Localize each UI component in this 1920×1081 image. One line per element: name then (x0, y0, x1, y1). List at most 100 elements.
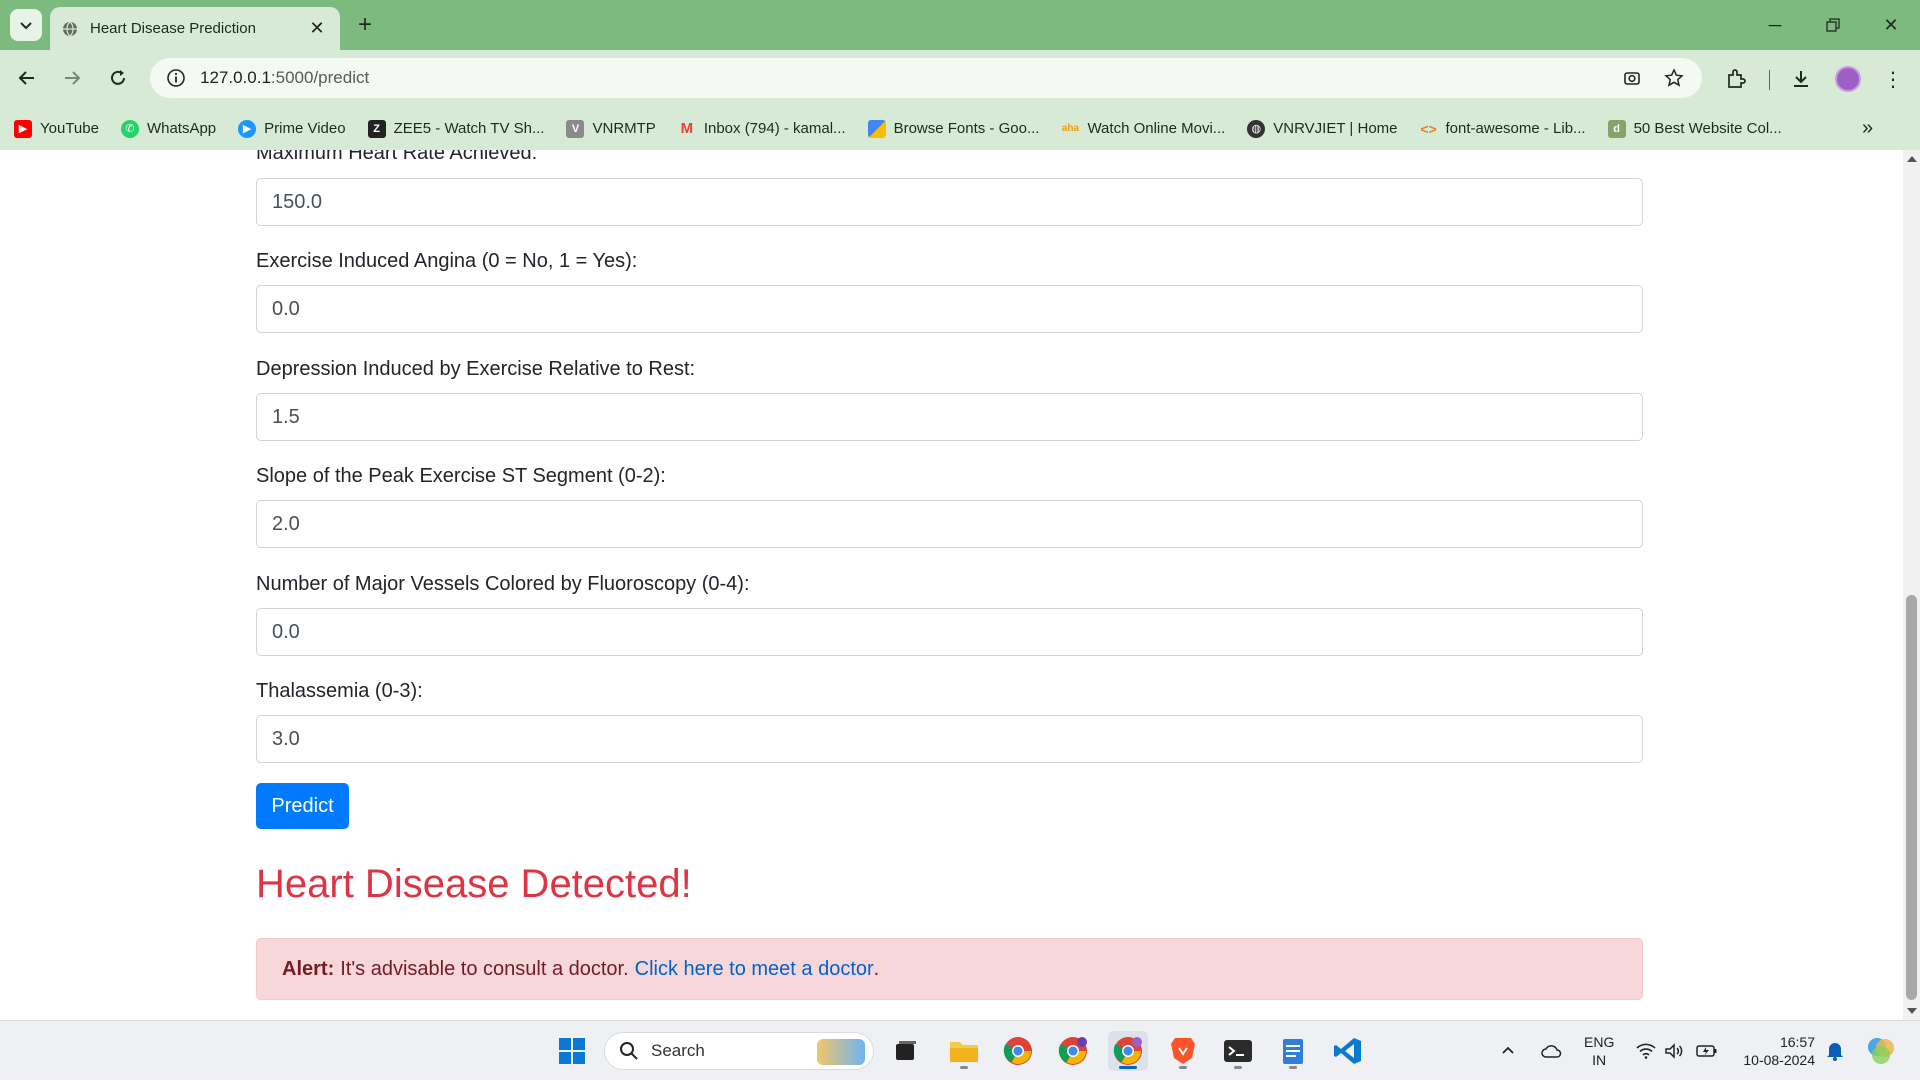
taskbar-vscode[interactable] (1328, 1031, 1368, 1071)
bookmark-vnrmtp[interactable]: V VNRMTP (566, 119, 656, 138)
input-language[interactable]: ENG IN (1584, 1033, 1614, 1069)
bookmark-watch-movies[interactable]: aha Watch Online Movi... (1061, 120, 1225, 138)
folder-icon (950, 1042, 978, 1062)
result-heading: Heart Disease Detected! (256, 862, 692, 906)
globe-icon (63, 21, 77, 36)
taskbar-terminal[interactable] (1218, 1031, 1258, 1071)
battery-icon[interactable] (1696, 1021, 1718, 1081)
copilot-icon[interactable] (1866, 1021, 1896, 1081)
taskbar-chrome[interactable] (998, 1031, 1038, 1071)
taskbar-chrome-profile-2[interactable] (1053, 1031, 1093, 1071)
close-tab-icon[interactable]: ✕ (306, 18, 328, 40)
bookmark-whatsapp[interactable]: ✆ WhatsApp (120, 119, 216, 138)
taskbar-search[interactable]: Search (604, 1032, 874, 1070)
profile-avatar[interactable] (1835, 66, 1861, 92)
chevron-up-icon (1502, 1046, 1514, 1054)
max-heart-rate-input[interactable]: 150.0 (256, 178, 1643, 226)
major-vessels-label: Number of Major Vessels Colored by Fluor… (256, 573, 750, 595)
task-view-icon (896, 1041, 916, 1060)
back-button[interactable] (9, 60, 45, 96)
bookmark-vnrvjiet[interactable]: ◍ VNRVJIET | Home (1247, 119, 1398, 138)
minimize-button[interactable]: ─ (1746, 0, 1804, 50)
bookmark-google-fonts[interactable]: Browse Fonts - Goo... (867, 119, 1039, 138)
taskbar-notepad[interactable] (1273, 1031, 1313, 1071)
code-icon: <> (1420, 120, 1437, 137)
browser-title-bar: Heart Disease Prediction ✕ + ─ ✕ (0, 0, 1920, 50)
extensions-icon[interactable] (1723, 66, 1749, 92)
st-depression-input[interactable]: 1.5 (256, 393, 1643, 441)
thalassemia-input[interactable]: 3.0 (256, 715, 1643, 763)
chrome-icon (1113, 1037, 1142, 1065)
app-running-indicator (960, 1066, 968, 1069)
bookmark-font-awesome[interactable]: <> font-awesome - Lib... (1420, 120, 1585, 138)
st-slope-input[interactable]: 2.0 (256, 500, 1643, 548)
app-running-indicator (1234, 1066, 1242, 1069)
wifi-icon[interactable] (1636, 1021, 1656, 1081)
volume-icon[interactable] (1664, 1021, 1684, 1081)
chrome-icon (1058, 1037, 1087, 1065)
bookmark-prime-video[interactable]: ▶ Prime Video (238, 119, 346, 138)
app-running-indicator (1179, 1066, 1187, 1069)
bookmark-star-icon[interactable] (1662, 66, 1686, 90)
restore-icon (1826, 18, 1840, 32)
clock-date: 10-08-2024 (1743, 1052, 1815, 1068)
app-active-indicator (1119, 1066, 1137, 1069)
browser-tab-active[interactable]: Heart Disease Prediction ✕ (50, 7, 340, 50)
show-hidden-icons[interactable] (1500, 1021, 1516, 1081)
st-slope-label: Slope of the Peak Exercise ST Segment (0… (256, 465, 666, 487)
bookmarks-bar: ▶ YouTube ✆ WhatsApp ▶ Prime Video Z ZEE5 - … (0, 107, 1920, 150)
gmail-icon: M (680, 120, 694, 137)
forward-arrow-icon (65, 71, 81, 85)
zee5-icon: Z (367, 119, 386, 138)
onedrive-icon[interactable] (1540, 1021, 1562, 1081)
scroll-up-arrow-icon[interactable] (1907, 156, 1917, 162)
address-bar[interactable]: 127.0.0.1:5000/predict (150, 58, 1702, 98)
reload-icon (111, 70, 125, 85)
clock-time: 16:57 (1779, 1034, 1815, 1050)
vscode-icon (1334, 1038, 1361, 1064)
taskbar-brave[interactable] (1163, 1031, 1203, 1071)
page-content: Maximum Heart Rate Achieved: 150.0 Exerc… (0, 150, 1903, 1020)
bookmark-gmail-inbox[interactable]: M Inbox (794) - kamal... (678, 120, 846, 138)
doctor-alert: Alert: It's advisable to consult a docto… (256, 938, 1643, 1000)
tab-search-button[interactable] (10, 9, 42, 41)
predict-button[interactable]: Predict (256, 783, 349, 829)
restore-button[interactable] (1804, 0, 1862, 50)
site-info-icon[interactable] (164, 66, 188, 90)
task-view-button[interactable] (886, 1031, 926, 1071)
start-button[interactable] (552, 1031, 592, 1071)
more-menu-icon[interactable]: ⋮ (1880, 66, 1906, 92)
forward-button[interactable] (54, 60, 90, 96)
notifications-bell-icon[interactable] (1826, 1021, 1844, 1081)
region-code: IN (1592, 1052, 1607, 1068)
page-scrollbar[interactable] (1903, 150, 1920, 1020)
bookmark-zee5[interactable]: Z ZEE5 - Watch TV Sh... (367, 119, 544, 138)
bookmark-youtube[interactable]: ▶ YouTube (14, 119, 99, 138)
exercise-angina-input[interactable]: 0.0 (256, 285, 1643, 333)
download-icon[interactable] (1788, 66, 1814, 92)
taskbar-file-explorer[interactable] (944, 1031, 984, 1071)
taskbar-chrome-active[interactable] (1108, 1031, 1148, 1071)
scrollbar-thumb[interactable] (1906, 595, 1917, 1000)
screenshot-icon[interactable] (1620, 66, 1644, 90)
terminal-icon (1224, 1040, 1252, 1062)
reload-button[interactable] (100, 60, 136, 96)
alert-period: . (873, 957, 880, 980)
clock[interactable]: 16:57 10-08-2024 (1730, 1033, 1815, 1069)
new-tab-button[interactable]: + (350, 10, 380, 40)
bookmark-website-colors[interactable]: d 50 Best Website Col... (1607, 119, 1782, 138)
search-highlight-icon (817, 1039, 865, 1065)
thalassemia-label: Thalassemia (0-3): (256, 680, 423, 702)
search-icon (620, 1042, 638, 1060)
major-vessels-input[interactable]: 0.0 (256, 608, 1643, 656)
st-depression-label: Depression Induced by Exercise Relative … (256, 358, 696, 380)
browser-toolbar: 127.0.0.1:5000/predict ⋮ (0, 50, 1920, 107)
meet-doctor-link[interactable]: Click here to meet a doctor (635, 958, 874, 981)
movie-site-icon: aha (1061, 123, 1080, 134)
back-arrow-icon (18, 71, 34, 85)
alert-label: Alert: (282, 957, 335, 980)
vnrmtp-icon: V (566, 119, 585, 138)
scroll-down-arrow-icon[interactable] (1907, 1008, 1917, 1014)
more-bookmarks-icon[interactable]: » (1862, 117, 1873, 140)
close-window-button[interactable]: ✕ (1862, 0, 1920, 50)
